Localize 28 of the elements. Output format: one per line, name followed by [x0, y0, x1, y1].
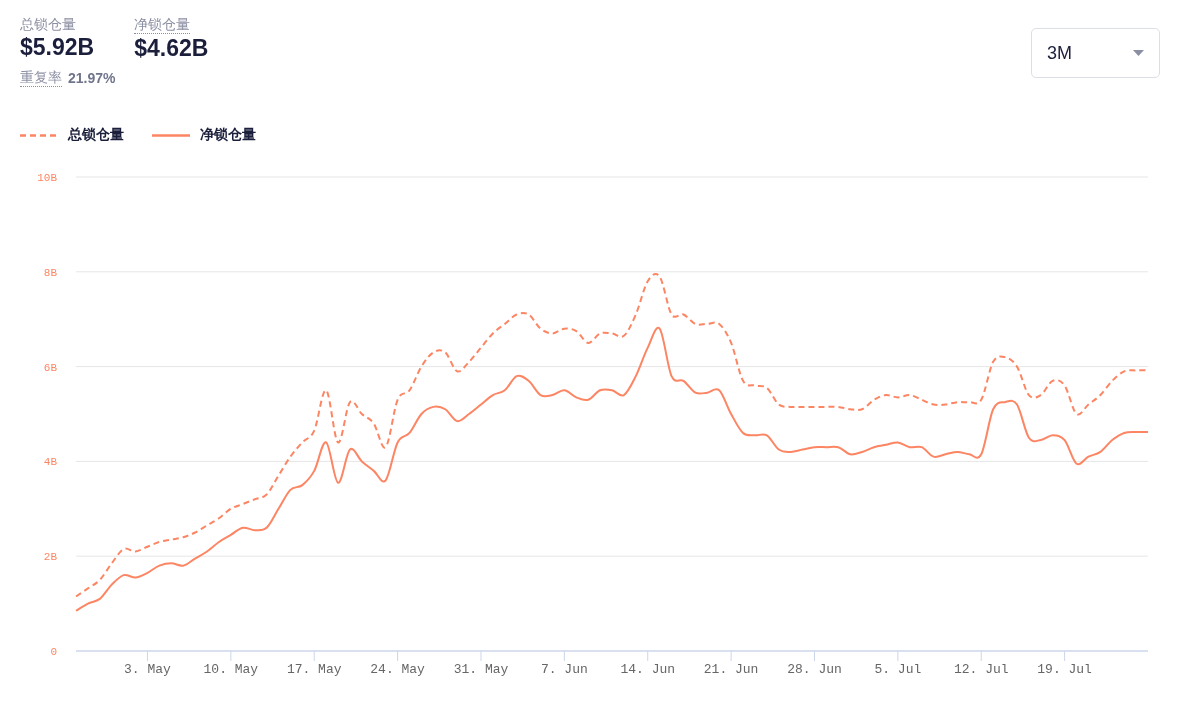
stat-label: 净锁仓量 [134, 15, 191, 34]
stat-value: $4.62B [134, 34, 209, 62]
x-axis-label: 21. Jun [703, 662, 759, 677]
x-axis-label: 10. May [203, 662, 259, 677]
caret-icon [1133, 50, 1144, 56]
x-axis-label: 19. Jul [1037, 662, 1092, 677]
overlap-label: 重复率 [20, 68, 62, 87]
y-axis-label: 8B [43, 266, 57, 279]
stat-value: $5.92B [20, 33, 95, 61]
x-axis-label: 7. Jun [540, 662, 588, 677]
x-axis-label: 3. May [124, 662, 171, 677]
x-axis-label: 28. Jun [787, 662, 842, 677]
y-axis-label: 4B [43, 456, 57, 469]
x-axis-label: 12. Jul [953, 662, 1009, 677]
y-axis-label: 10B [37, 172, 57, 184]
stat-label: 总锁仓量 [20, 15, 76, 33]
x-axis-label: 24. May [370, 662, 425, 677]
overlap-value: 21.97% [68, 69, 116, 86]
y-axis-label: 0 [50, 646, 57, 658]
y-axis-label: 6B [43, 361, 57, 374]
x-axis-label: 14. Jun [620, 662, 676, 677]
x-axis-label: 31. May [453, 662, 509, 677]
legend-item[interactable]: 总锁仓量 [20, 126, 124, 144]
range-dropdown[interactable]: 3M [1031, 28, 1160, 78]
x-axis-label: 17. May [286, 662, 342, 677]
y-axis-label: 2B [43, 551, 57, 564]
legend-item[interactable]: 净锁仓量 [152, 126, 256, 144]
x-axis-label: 5. Jul [874, 662, 922, 677]
